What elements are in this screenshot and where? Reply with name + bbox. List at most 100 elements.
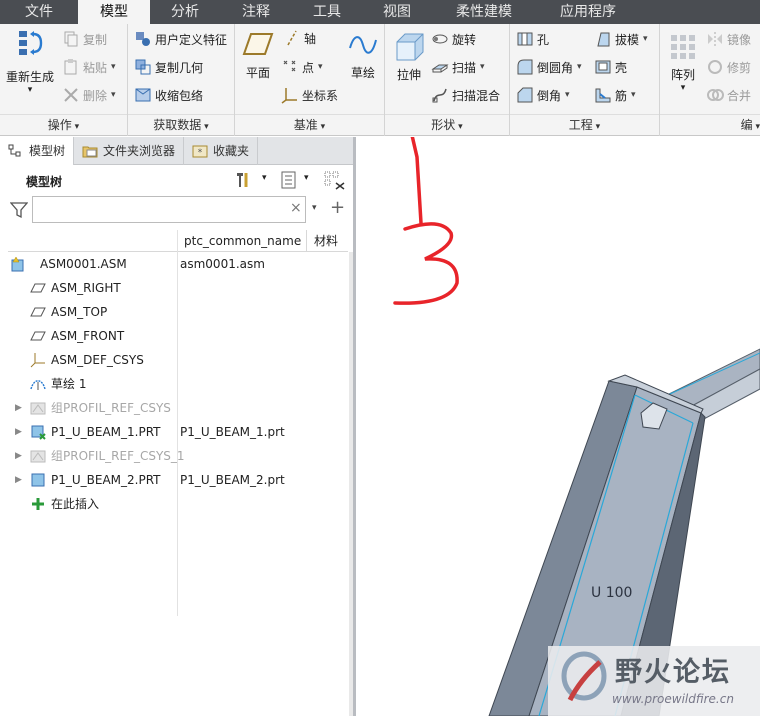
extrude-button[interactable]: 拉伸 [391, 30, 427, 83]
tree-row-sketch-1[interactable]: 草绘 1 [0, 372, 353, 396]
regenerate-button[interactable]: 重新生成 ▾ [2, 28, 58, 95]
tree-row-asm0001[interactable]: ASM0001.ASM asm0001.asm [0, 252, 353, 276]
filter-icon[interactable] [10, 201, 28, 219]
part-icon [31, 473, 45, 487]
group-label-engineering[interactable]: 工程 [510, 114, 659, 134]
regenerate-dropdown-icon[interactable]: ▾ [2, 85, 58, 95]
shrinkwrap-button[interactable]: 收缩包络 [134, 86, 203, 104]
csys-icon [30, 353, 45, 368]
tab-folder-browser[interactable]: 文件夹浏览器 [74, 137, 185, 165]
tab-model-tree[interactable]: 模型树 [0, 137, 75, 165]
pattern-button[interactable]: 阵列 ▾ [666, 32, 700, 93]
tree-scrollbar[interactable] [349, 252, 353, 716]
axis-icon [287, 30, 297, 46]
sweep-button[interactable]: 扫描 ▾ [431, 58, 485, 76]
point-button[interactable]: 点 ▾ [281, 58, 323, 76]
tree-columns-icon[interactable] [324, 171, 346, 191]
shell-button[interactable]: 壳 [594, 58, 627, 76]
mirror-icon [708, 32, 722, 46]
model-tree-rows: ASM0001.ASM asm0001.asm ASM_RIGHT ASM_TO… [0, 252, 353, 516]
tab-annotate[interactable]: 注释 [220, 0, 292, 24]
round-button[interactable]: 倒圆角 ▾ [516, 58, 582, 76]
trim-icon [708, 60, 722, 74]
group-label-editing[interactable]: 编 [660, 114, 760, 134]
svg-text:*: * [198, 148, 203, 158]
group-editing: 阵列 ▾ 镜像 修剪 合并 编 [660, 24, 760, 136]
swept-blend-button[interactable]: 扫描混合 [431, 86, 500, 104]
tab-flexible-modeling[interactable]: 柔性建模 [432, 0, 536, 24]
watermark-title: 野火论坛 [615, 657, 731, 688]
hole-button[interactable]: 孔 [516, 30, 549, 48]
sketch-button[interactable]: 草绘 [343, 30, 383, 81]
tab-tools[interactable]: 工具 [292, 0, 362, 24]
beam-label: U 100 [591, 585, 632, 601]
trim-button[interactable]: 修剪 [706, 58, 751, 76]
column-header-material[interactable]: 材料 [314, 230, 338, 252]
tree-title: 模型树 [26, 175, 63, 189]
part-icon [31, 425, 46, 440]
show-dropdown-icon[interactable]: ▾ [304, 173, 309, 183]
draft-button[interactable]: 拔模 ▾ [594, 30, 648, 48]
clear-filter-icon[interactable]: × [290, 200, 302, 216]
sketch-icon [30, 380, 46, 390]
group-datum: 平面 轴 点 ▾ 坐标系 草绘 基准 [235, 24, 385, 136]
csys-icon [281, 88, 297, 104]
tree-row-asm-front[interactable]: ASM_FRONT [0, 324, 353, 348]
copy-icon [64, 31, 78, 47]
expand-icon[interactable]: ▶ [15, 420, 22, 444]
plane-button[interactable]: 平面 [239, 30, 277, 81]
group-label-get-data[interactable]: 获取数据 [128, 114, 234, 134]
menu-bar: 文件 模型 分析 注释 工具 视图 柔性建模 应用程序 [0, 0, 760, 24]
group-shapes: 拉伸 旋转 扫描 ▾ 扫描混合 形状 [385, 24, 510, 136]
tree-row-p1-u-beam-1[interactable]: ▶ P1_U_BEAM_1.PRT P1_U_BEAM_1.prt [0, 420, 353, 444]
settings-dropdown-icon[interactable]: ▾ [262, 173, 267, 183]
show-list-icon[interactable] [280, 171, 298, 189]
tree-row-group-profil-ref-csys-1[interactable]: ▶ 组PROFIL_REF_CSYS_1 [0, 444, 353, 468]
settings-tools-icon[interactable] [234, 171, 252, 189]
user-defined-feature-button[interactable]: 用户定义特征 [134, 30, 227, 48]
mirror-button[interactable]: 镜像 [706, 30, 751, 48]
delete-button[interactable]: 删除 ▾ [62, 86, 116, 104]
add-filter-icon[interactable]: + [330, 197, 345, 218]
merge-button[interactable]: 合并 [706, 86, 751, 104]
tab-file[interactable]: 文件 [0, 0, 78, 24]
swept-blend-icon [432, 88, 447, 103]
folder-browser-icon [82, 146, 98, 158]
copy-geometry-button[interactable]: 复制几何 [134, 58, 203, 76]
shrinkwrap-icon [135, 88, 151, 102]
datum-plane-icon [30, 331, 46, 341]
chamfer-button[interactable]: 倒角 ▾ [516, 86, 570, 104]
column-header-common-name[interactable]: ptc_common_name [184, 230, 301, 252]
tab-applications[interactable]: 应用程序 [536, 0, 640, 24]
pattern-dropdown-icon[interactable]: ▾ [666, 83, 700, 93]
revolve-button[interactable]: 旋转 [431, 30, 476, 48]
copy-button[interactable]: 复制 [62, 30, 107, 48]
group-operations: 重新生成 ▾ 复制 粘贴 ▾ 删除 ▾ 操作 [0, 24, 128, 136]
group-label-operations[interactable]: 操作 [0, 114, 127, 134]
sweep-icon [431, 64, 449, 73]
tree-row-asm-top[interactable]: ASM_TOP [0, 300, 353, 324]
expand-icon[interactable]: ▶ [15, 468, 22, 492]
tab-analysis[interactable]: 分析 [150, 0, 220, 24]
group-label-shapes[interactable]: 形状 [385, 114, 509, 134]
tree-filter-input[interactable] [32, 196, 306, 223]
expand-icon[interactable]: ▶ [15, 444, 22, 468]
tab-favorites[interactable]: * 收藏夹 [184, 137, 259, 165]
tree-row-asm-def-csys[interactable]: ASM_DEF_CSYS [0, 348, 353, 372]
tab-model[interactable]: 模型 [78, 0, 150, 24]
group-label-datum[interactable]: 基准 [235, 114, 384, 134]
tree-row-asm-right[interactable]: ASM_RIGHT [0, 276, 353, 300]
extrude-icon [396, 33, 424, 61]
tree-row-group-profil-ref-csys[interactable]: ▶ 组PROFIL_REF_CSYS [0, 396, 353, 420]
tree-row-p1-u-beam-2[interactable]: ▶ P1_U_BEAM_2.PRT P1_U_BEAM_2.prt [0, 468, 353, 492]
expand-icon[interactable]: ▶ [15, 396, 22, 420]
coordinate-system-button[interactable]: 坐标系 [281, 86, 338, 104]
rib-button[interactable]: 筋 ▾ [594, 86, 636, 104]
paste-button[interactable]: 粘贴 ▾ [62, 58, 116, 76]
filter-dropdown-icon[interactable]: ▾ [312, 203, 317, 213]
axis-button[interactable]: 轴 [283, 29, 316, 47]
graphics-viewport[interactable]: U 100 13 [359, 137, 760, 716]
tree-row-insert-here[interactable]: 在此插入 [0, 492, 353, 516]
copy-geometry-icon [135, 59, 151, 75]
tab-view[interactable]: 视图 [362, 0, 432, 24]
